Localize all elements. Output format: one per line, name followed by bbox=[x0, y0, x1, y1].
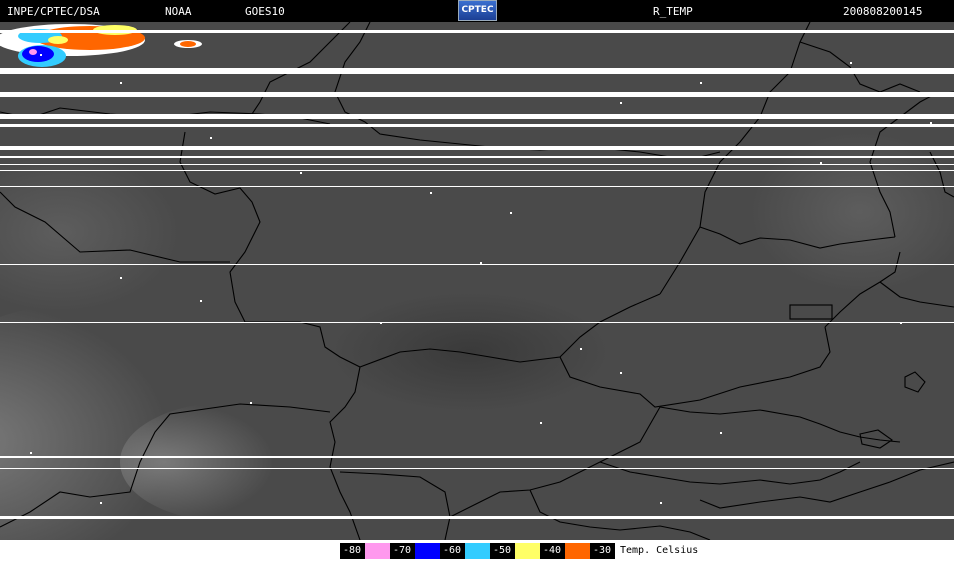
legend-value-label: -80 bbox=[340, 543, 365, 559]
legend-color-swatch bbox=[365, 543, 390, 559]
cptec-logo: CPTEC bbox=[458, 0, 497, 21]
legend-color-swatch bbox=[565, 543, 590, 559]
legend-color-swatch bbox=[465, 543, 490, 559]
timestamp-label: 200808200145 bbox=[843, 5, 923, 18]
legend-unit-label: Temp. Celsius bbox=[620, 545, 699, 556]
legend-value-label: -60 bbox=[440, 543, 465, 559]
source-label: INPE/CPTEC/DSA bbox=[7, 5, 100, 18]
satellite-map bbox=[0, 22, 954, 540]
legend-color-swatch bbox=[415, 543, 440, 559]
cloud-patch-sw-2 bbox=[120, 402, 340, 522]
dark-region-center bbox=[330, 292, 610, 412]
product-label: R_TEMP bbox=[653, 5, 693, 18]
legend-value-label: -30 bbox=[590, 543, 615, 559]
satellite-label: GOES10 bbox=[245, 5, 285, 18]
legend-value-label: -70 bbox=[390, 543, 415, 559]
agency-label: NOAA bbox=[165, 5, 192, 18]
legend-value-label: -50 bbox=[490, 543, 515, 559]
temperature-legend: -80 -70 -60 -50 -40 -30 Temp. Celsius bbox=[0, 540, 954, 562]
legend-value-label: -40 bbox=[540, 543, 565, 559]
legend-color-swatch bbox=[515, 543, 540, 559]
image-header: INPE/CPTEC/DSA NOAA GOES10 CPTEC R_TEMP … bbox=[0, 0, 954, 22]
